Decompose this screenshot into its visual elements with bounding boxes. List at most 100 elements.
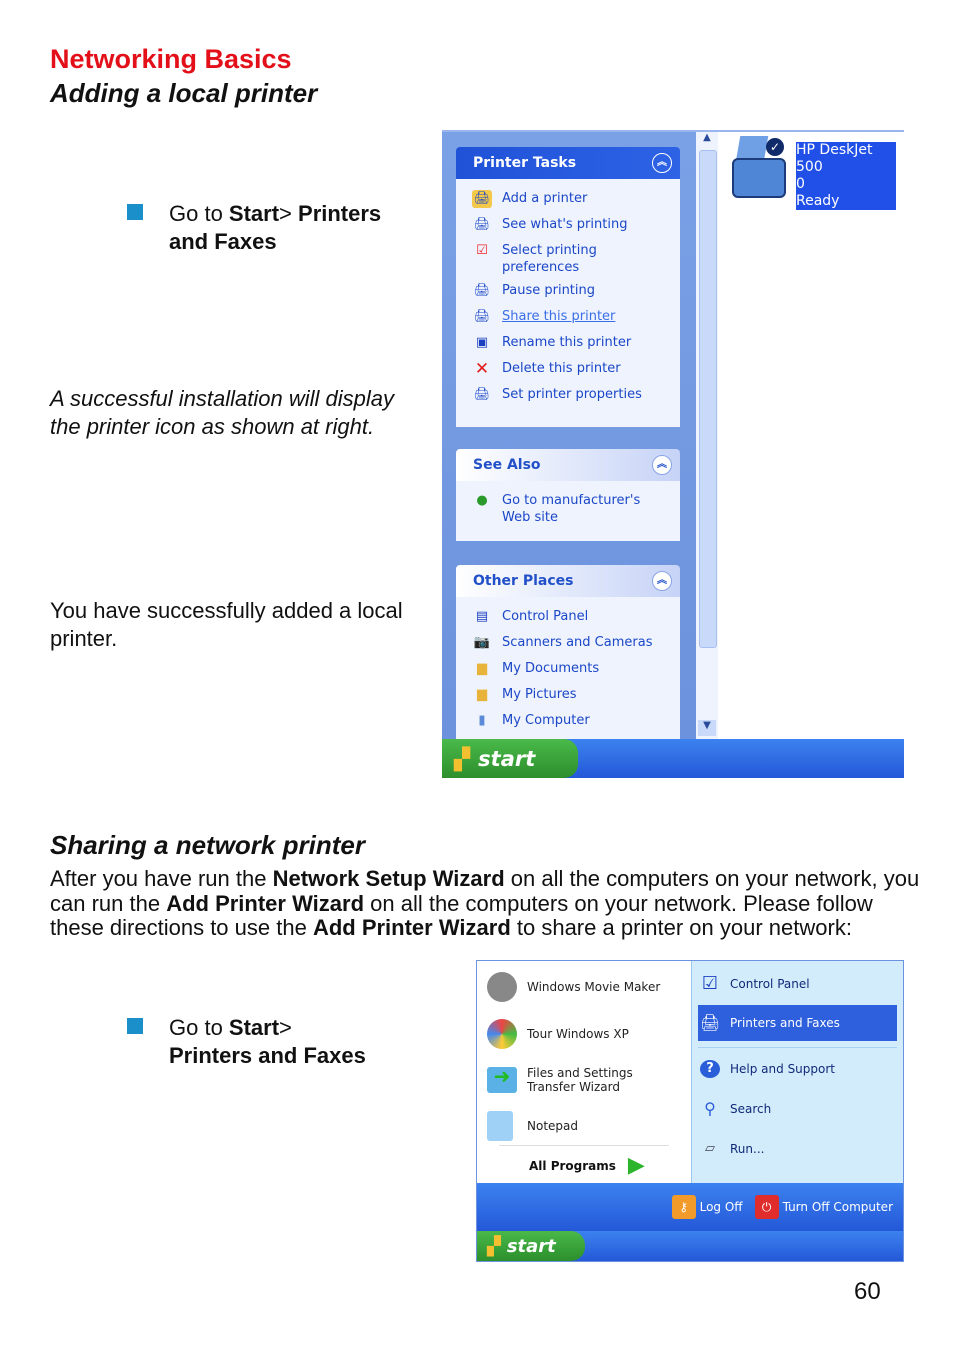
install-note: A successful installation will display t… bbox=[50, 386, 394, 439]
place-my-documents[interactable]: ▆ My Documents bbox=[456, 657, 680, 683]
menu-label: Search bbox=[730, 1101, 772, 1116]
step-2: Go to Start> Printers and Faxes bbox=[169, 1014, 409, 1070]
step-1: Go to Start> Printers and Faxes bbox=[169, 200, 409, 256]
printer-label[interactable]: HP DeskJet 500 0 Ready bbox=[796, 142, 896, 210]
windows-logo-icon: ▞ bbox=[487, 1235, 501, 1257]
step-sep: > bbox=[279, 201, 299, 226]
step-start: Start bbox=[228, 201, 280, 226]
menu-printers-faxes[interactable]: 🖨 Printers and Faxes bbox=[698, 1005, 897, 1041]
folder-icon: ▆ bbox=[477, 661, 487, 676]
menu-notepad[interactable]: Notepad bbox=[479, 1105, 691, 1147]
page-subtitle: Adding a local printer bbox=[50, 78, 318, 108]
taskbar: ▞ start bbox=[477, 1231, 903, 1261]
task-properties[interactable]: 🖨 Set printer properties bbox=[456, 383, 680, 409]
other-places-header[interactable]: Other Places ︽ bbox=[456, 565, 680, 597]
menu-label: Printers and Faxes bbox=[730, 1015, 840, 1030]
text: to share a printer on your network: bbox=[510, 915, 852, 940]
bold-text: Network Setup Wizard bbox=[272, 866, 505, 891]
task-see-printing[interactable]: 🖨 See what's printing bbox=[456, 213, 680, 239]
start-button[interactable]: ▞ start bbox=[477, 1231, 585, 1261]
step-start: Start bbox=[228, 1015, 280, 1040]
place-my-pictures[interactable]: ▆ My Pictures bbox=[456, 683, 680, 709]
printer-name: HP DeskJet 500 bbox=[796, 142, 873, 175]
collapse-icon[interactable]: ︽ bbox=[652, 571, 672, 591]
menu-tour-xp[interactable]: Tour Windows XP bbox=[479, 1013, 691, 1055]
menu-search[interactable]: ⚲ Search bbox=[692, 1092, 903, 1126]
task-share[interactable]: 🖨 Share this printer bbox=[456, 305, 680, 331]
printer-properties-icon: 🖨 bbox=[473, 387, 491, 402]
place-label: My Documents bbox=[502, 661, 600, 676]
globe-icon: ● bbox=[476, 493, 488, 508]
menu-label: Windows Movie Maker bbox=[527, 979, 661, 994]
movie-maker-icon bbox=[487, 972, 517, 1002]
panel-title: Other Places bbox=[473, 573, 574, 589]
task-pause[interactable]: 🖨 Pause printing bbox=[456, 279, 680, 305]
printer-name-cont: 0 bbox=[796, 176, 805, 192]
scroll-up-arrow-icon[interactable]: ▲ bbox=[698, 132, 716, 148]
windows-logo-icon: ▞ bbox=[454, 746, 471, 771]
collapse-icon[interactable]: ︽ bbox=[652, 455, 672, 475]
menu-label: Control Panel bbox=[730, 976, 810, 991]
place-label: Control Panel bbox=[502, 609, 589, 624]
scanner-icon: 📷 bbox=[473, 635, 491, 650]
printer-status: Ready bbox=[796, 193, 840, 209]
start-button[interactable]: ▞ start bbox=[442, 739, 578, 778]
turn-off-button[interactable]: ⏻ Turn Off Computer bbox=[754, 1195, 893, 1219]
task-label: Select printing preferences bbox=[502, 243, 597, 275]
place-label: My Pictures bbox=[502, 687, 577, 702]
start-menu-right: ☑ Control Panel 🖨 Printers and Faxes ? Help… bbox=[691, 961, 903, 1183]
menu-run[interactable]: ▱ Run... bbox=[692, 1132, 903, 1166]
menu-files-transfer[interactable]: ➜ Files and Settings Transfer Wizard bbox=[479, 1059, 691, 1101]
printer-icon[interactable]: ✓ bbox=[732, 136, 788, 200]
place-label: My Computer bbox=[502, 713, 590, 728]
bullet bbox=[127, 1018, 143, 1034]
collapse-icon[interactable]: ︽ bbox=[652, 153, 672, 173]
place-scanners[interactable]: 📷 Scanners and Cameras bbox=[456, 631, 680, 657]
scroll-thumb[interactable] bbox=[699, 150, 717, 648]
other-places-panel: Other Places ︽ ▤ Control Panel 📷 Scanners a… bbox=[456, 565, 680, 743]
task-pane: Printer Tasks ︽ 🖨 Add a printer 🖨 See what'… bbox=[442, 132, 696, 743]
step-sep: > bbox=[279, 1015, 292, 1040]
add-printer-icon: 🖨 bbox=[472, 190, 492, 208]
place-control-panel[interactable]: ▤ Control Panel bbox=[456, 605, 680, 631]
menu-label: Files and Settings Transfer Wizard bbox=[527, 1066, 633, 1094]
menu-control-panel[interactable]: ☑ Control Panel bbox=[692, 967, 903, 1001]
success-note: You have successfully added a local prin… bbox=[50, 598, 403, 651]
task-rename[interactable]: ▣ Rename this printer bbox=[456, 331, 680, 357]
menu-help[interactable]: ? Help and Support bbox=[692, 1052, 903, 1086]
scroll-down-arrow-icon[interactable]: ▼ bbox=[698, 720, 716, 736]
document-check-icon: ☑ bbox=[476, 243, 488, 258]
bullet bbox=[127, 204, 143, 220]
all-programs-label: All Programs bbox=[529, 1158, 616, 1173]
log-off-button[interactable]: ⚷ Log Off bbox=[671, 1195, 743, 1219]
pause-printer-icon: 🖨 bbox=[473, 283, 491, 298]
page-number: 60 bbox=[854, 1278, 881, 1305]
start-label: start bbox=[478, 746, 536, 771]
log-off-label: Log Off bbox=[699, 1200, 743, 1214]
task-delete[interactable]: ✕ Delete this printer bbox=[456, 357, 680, 383]
scrollbar[interactable]: ▲ ▼ bbox=[696, 132, 718, 739]
start-menu-screenshot: Windows Movie Maker Tour Windows XP ➜ Fil… bbox=[476, 960, 904, 1262]
arrow-right-icon: ▶ bbox=[627, 1153, 645, 1178]
printer-tasks-header[interactable]: Printer Tasks ︽ bbox=[456, 147, 680, 179]
section-heading: Networking Basics bbox=[50, 44, 292, 74]
menu-movie-maker[interactable]: Windows Movie Maker bbox=[479, 969, 691, 1005]
link-label: Go to manufacturer's Web site bbox=[502, 493, 641, 525]
see-also-header[interactable]: See Also ︽ bbox=[456, 449, 680, 481]
menu-label: Tour Windows XP bbox=[527, 1026, 629, 1041]
run-icon: ▱ bbox=[705, 1141, 715, 1156]
delete-icon: ✕ bbox=[474, 359, 490, 379]
printers-window-screenshot: Printer Tasks ︽ 🖨 Add a printer 🖨 See what'… bbox=[442, 130, 904, 778]
rename-icon: ▣ bbox=[475, 335, 489, 350]
task-preferences[interactable]: ☑ Select printing preferences bbox=[456, 239, 680, 279]
start-menu-footer: ⚷ Log Off ⏻ Turn Off Computer bbox=[477, 1183, 903, 1231]
tour-xp-icon bbox=[487, 1019, 517, 1049]
place-my-computer[interactable]: ▮ My Computer bbox=[456, 709, 680, 735]
pictures-folder-icon: ▆ bbox=[477, 687, 487, 702]
link-manufacturer[interactable]: ● Go to manufacturer's Web site bbox=[456, 489, 680, 529]
task-add-printer[interactable]: 🖨 Add a printer bbox=[456, 187, 680, 213]
taskbar: ▞ start bbox=[442, 739, 904, 778]
all-programs-button[interactable]: All Programs ▶ bbox=[529, 1153, 645, 1178]
printer-icon: 🖨 bbox=[700, 1013, 721, 1032]
panel-title: Printer Tasks bbox=[473, 155, 577, 171]
